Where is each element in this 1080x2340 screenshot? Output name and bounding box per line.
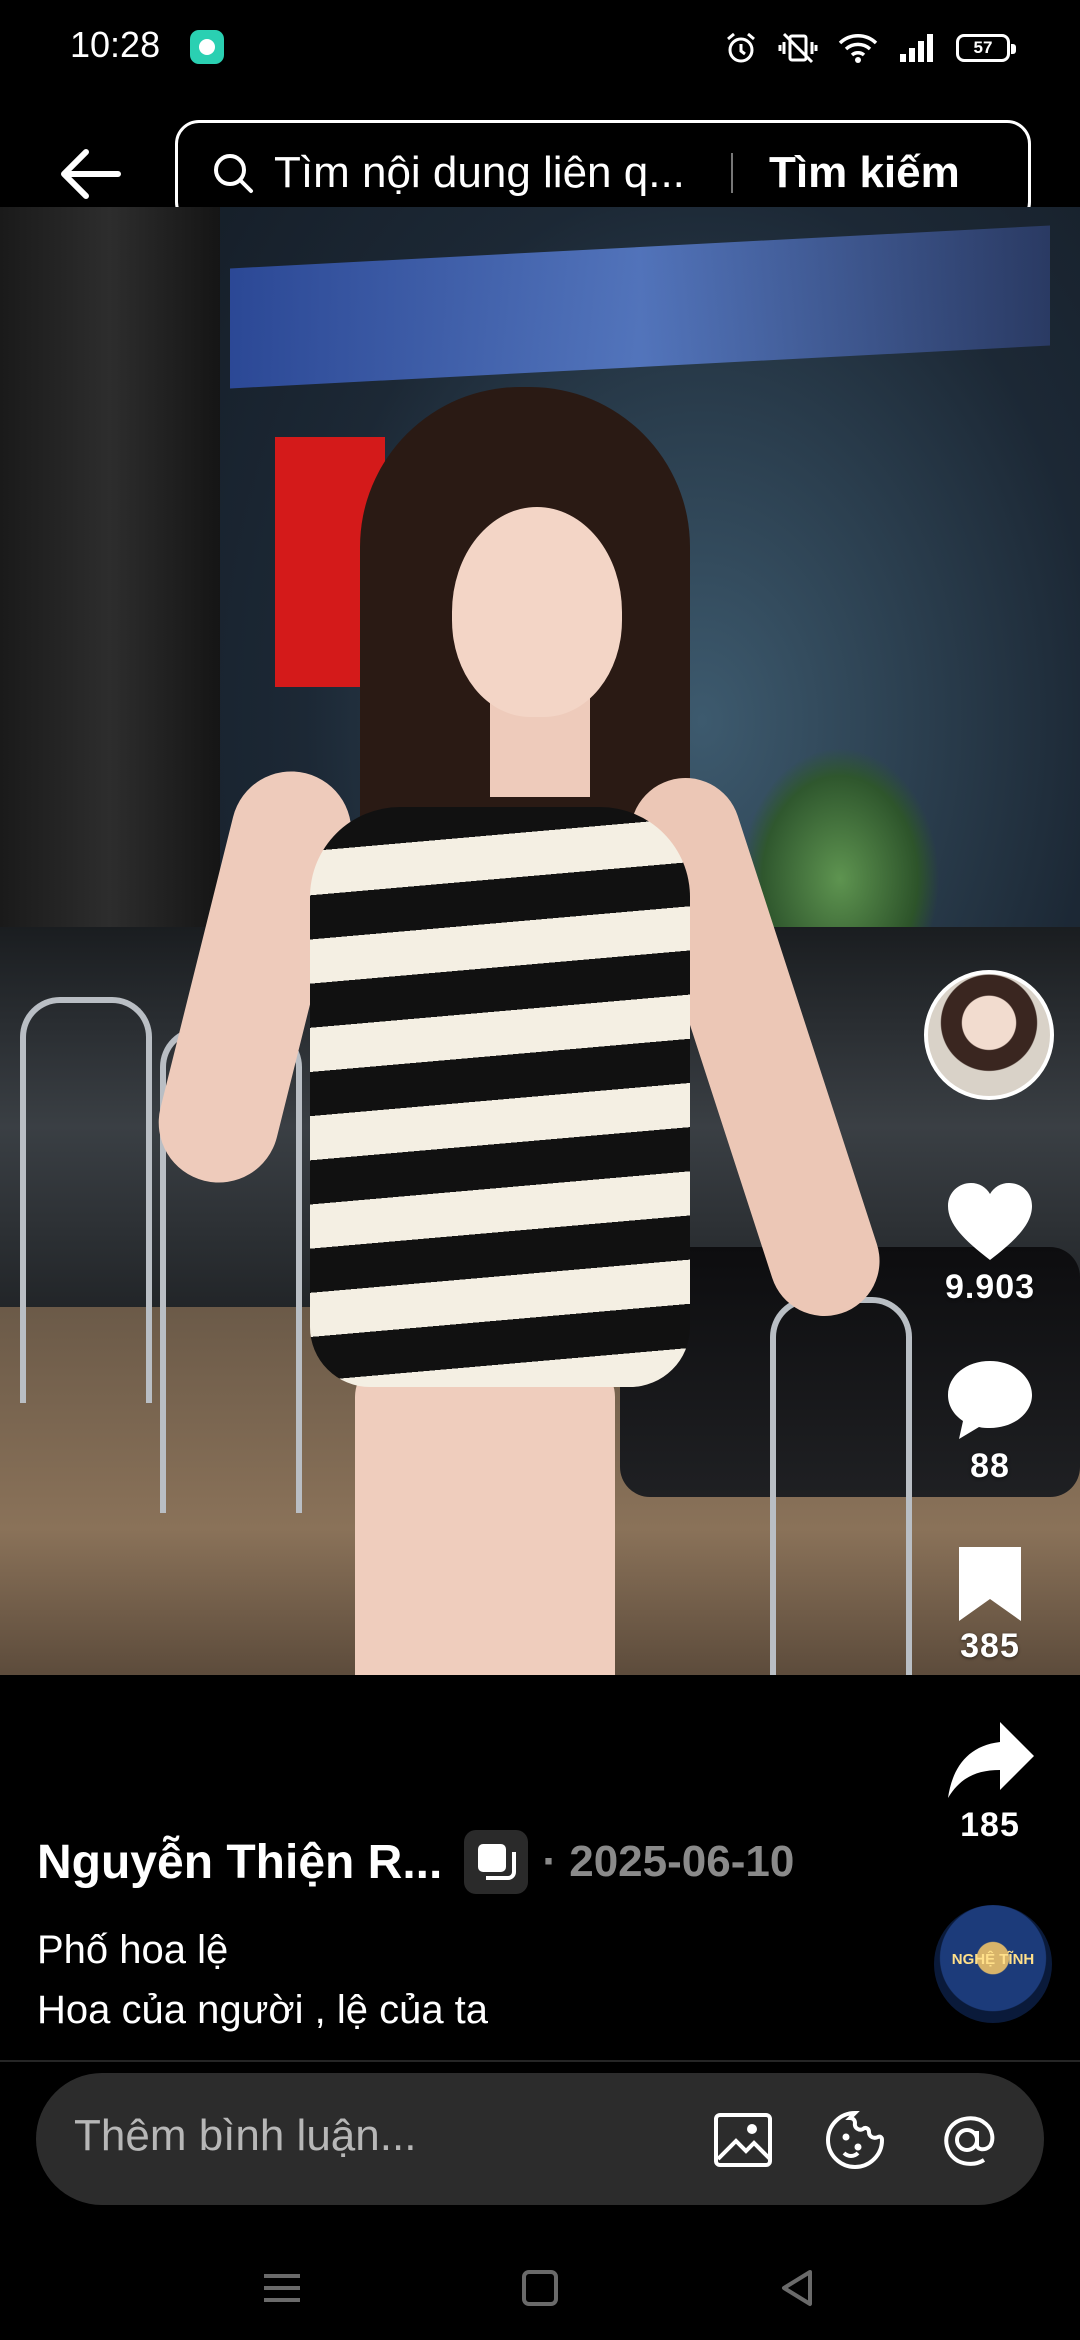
like-count: 9.903	[944, 1268, 1036, 1306]
caption-line: Hoa của người , lệ của ta	[37, 1988, 489, 2032]
comment-count: 88	[970, 1447, 1010, 1485]
photo-subject-dress	[310, 807, 690, 1387]
save-button[interactable]: 385	[940, 1543, 1040, 1666]
author-row: Nguyễn Thiện R... · 2025-06-10	[37, 1830, 794, 1894]
post-date: · 2025-06-10	[542, 1837, 795, 1886]
photo-subject-legs	[355, 1357, 615, 1675]
save-count: 385	[960, 1627, 1020, 1665]
caption-line: Phố hoa lệ	[37, 1928, 229, 1972]
photo-subject-face	[452, 507, 622, 717]
status-bar: 10:28 57	[0, 0, 1080, 96]
comment-bubble-icon	[948, 1361, 1032, 1439]
photo-bg-rail	[20, 997, 152, 1403]
post-caption: Phố hoa lệ Hoa của người , lệ của ta	[37, 1920, 488, 2040]
recents-menu-icon[interactable]	[258, 2264, 306, 2312]
comment-button[interactable]: 88	[940, 1357, 1040, 1486]
share-arrow-icon	[948, 1722, 1034, 1798]
system-nav-bar	[0, 2240, 1080, 2340]
signal-icon	[900, 34, 933, 62]
arrow-left-icon	[61, 149, 121, 199]
share-button[interactable]: 185	[940, 1718, 1040, 1845]
mention-icon[interactable]	[936, 2109, 998, 2171]
status-time: 10:28	[70, 24, 161, 65]
heart-icon	[948, 1183, 1032, 1260]
comment-input[interactable]: Thêm bình luận...	[74, 2111, 416, 2161]
back-button[interactable]	[56, 140, 124, 208]
search-icon	[214, 154, 253, 193]
vibrate-icon	[778, 32, 818, 64]
alarm-icon	[727, 32, 755, 63]
status-icons: 57	[724, 28, 1016, 68]
photo-bg-pillar	[0, 207, 220, 967]
chat-app-icon	[190, 30, 224, 64]
search-button[interactable]: Tìm kiếm	[769, 148, 960, 198]
emoji-sticker-icon[interactable]	[824, 2109, 886, 2171]
comment-bar[interactable]: Thêm bình luận...	[36, 2073, 1044, 2205]
back-triangle-icon[interactable]	[774, 2264, 822, 2312]
multi-image-icon	[464, 1830, 529, 1894]
share-count: 185	[960, 1806, 1020, 1844]
bookmark-icon	[959, 1547, 1021, 1621]
wifi-icon	[838, 34, 878, 63]
photo-bg-rail	[770, 1297, 912, 1675]
image-icon[interactable]	[712, 2109, 774, 2171]
music-disc[interactable]: NGHỆ TĨNH	[934, 1905, 1052, 2023]
battery-icon: 57	[956, 34, 1016, 62]
home-square-icon[interactable]	[516, 2264, 564, 2312]
music-disc-label: NGHỆ TĨNH	[951, 1951, 1035, 1968]
divider	[0, 2060, 1080, 2062]
search-input[interactable]: Tìm nội dung liên q...	[274, 148, 719, 198]
like-button[interactable]: 9.903	[940, 1180, 1040, 1307]
author-avatar[interactable]	[924, 970, 1054, 1100]
post-photo[interactable]	[0, 207, 1080, 1675]
battery-level: 57	[973, 38, 993, 57]
search-divider	[731, 153, 733, 193]
author-name[interactable]: Nguyễn Thiện R...	[37, 1835, 442, 1890]
photo-bg-ceiling	[230, 225, 1050, 389]
